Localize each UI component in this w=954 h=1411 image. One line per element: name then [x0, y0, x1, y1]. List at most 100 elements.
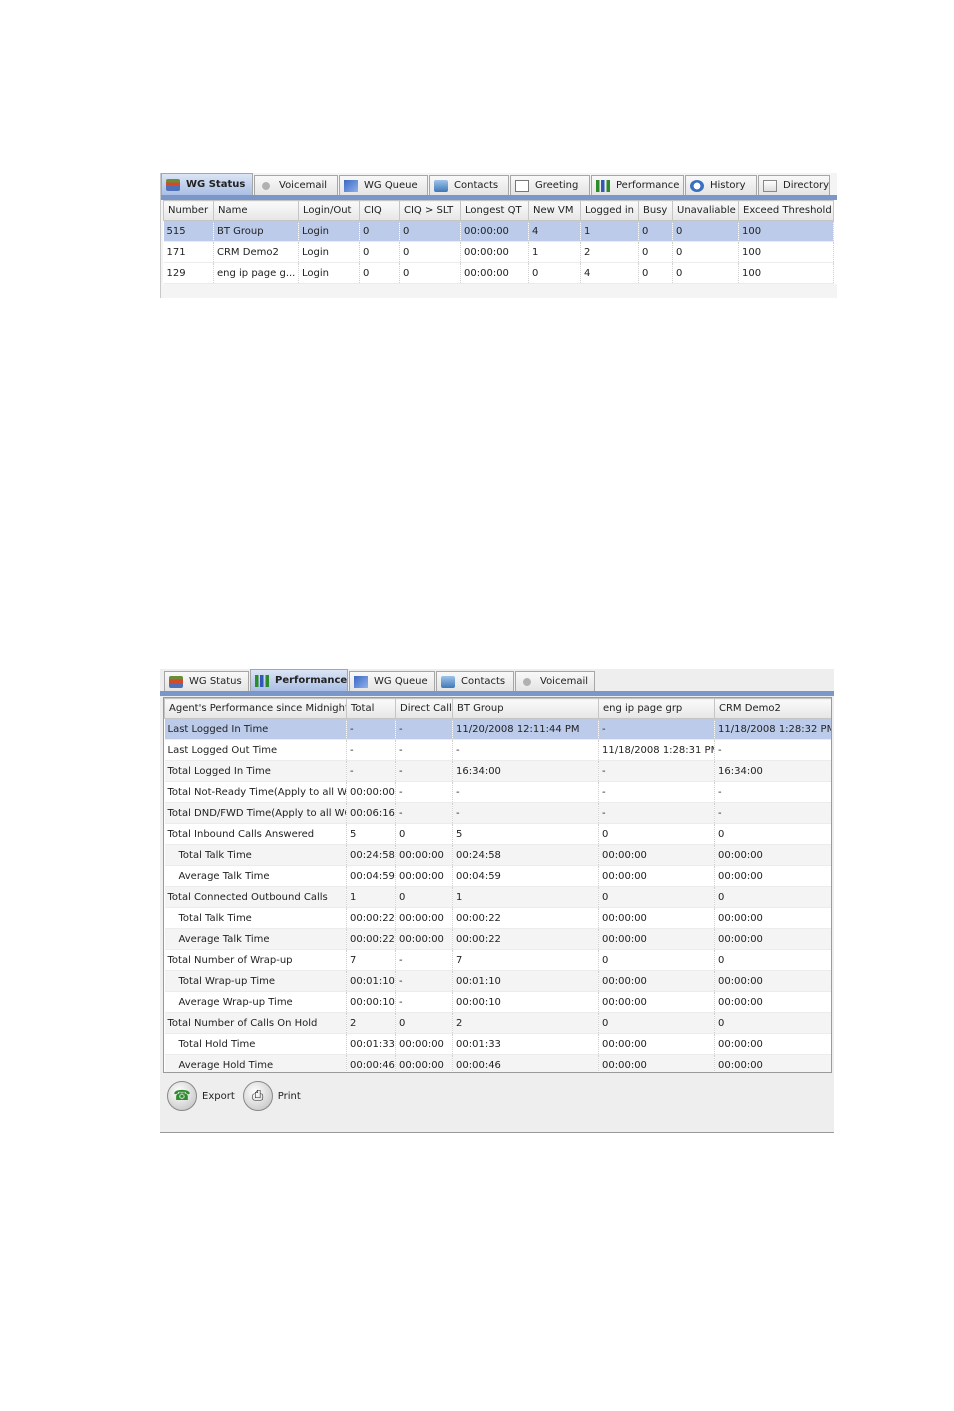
table-row[interactable]: Total Hold Time 00:01:33 00:00:00 00:01:33 0… [164, 1033, 831, 1055]
table-cell: 11/18/2008 1:28:31 PM [598, 739, 715, 761]
table-row[interactable]: Total Not-Ready Time(Apply to all WG) 00:… [164, 781, 831, 803]
table-row[interactable]: Average Talk Time 00:04:59 00:00:00 00:04:5… [164, 865, 831, 887]
table-cell: 00:00:00 [598, 907, 715, 929]
table-cell: CRM Demo2 [213, 241, 299, 263]
performance-panel: WG Status Performance WG Queue Contacts Voic… [160, 669, 834, 1133]
directory-icon [763, 179, 777, 192]
table-row[interactable]: Total Connected Outbound Calls 1 0 1 0 0 [164, 886, 831, 908]
tab-contacts[interactable]: Contacts [429, 175, 509, 195]
tab-label: Greeting [535, 180, 579, 191]
table-row[interactable]: Last Logged Out Time - - -11/18/2008 1:28:3… [164, 739, 831, 761]
wg-status-icon [166, 178, 180, 191]
table-cell: 00:00:00 [598, 1054, 715, 1072]
tab-contacts[interactable]: Contacts [436, 671, 514, 691]
column-header-name[interactable]: Name [213, 200, 299, 221]
metric-label: Total Talk Time [164, 844, 347, 866]
table-row[interactable]: Average Hold Time 00:00:46 00:00:00 00:00:4… [164, 1054, 831, 1072]
table-cell: 0 [638, 241, 673, 263]
table-row[interactable]: Total Inbound Calls Answered 5 0 5 0 0 [164, 823, 831, 845]
table-cell: 0 [359, 220, 400, 242]
metric-label: Total Hold Time [164, 1033, 347, 1055]
table-row[interactable]: 515 BT Group Login 0 0 00:00:00 4 1 0 0 100 [163, 220, 834, 242]
tab-wg-status[interactable]: WG Status [164, 671, 249, 691]
column-header-bt-group[interactable]: BT Group [452, 698, 599, 719]
performance-icon [255, 674, 269, 687]
tab-voicemail[interactable]: Voicemail [254, 175, 338, 195]
table-cell: 0 [598, 823, 715, 845]
tab-wg-status[interactable]: WG Status [161, 173, 253, 195]
table-row[interactable]: Total Number of Calls On Hold 2 0 2 0 0 [164, 1012, 831, 1034]
table-row[interactable]: Total Talk Time 00:24:58 00:00:00 00:24:58 0… [164, 844, 831, 866]
tab-wg-queue[interactable]: WG Queue [339, 175, 428, 195]
table-cell: 16:34:00 [714, 760, 831, 782]
table-row[interactable]: Average Wrap-up Time 00:00:10-00:00:10 00:… [164, 991, 831, 1013]
column-header-exceed-threshold[interactable]: Exceed Threshold [738, 200, 834, 221]
table-row[interactable]: Total Talk Time 00:00:22 00:00:00 00:00:22 0… [164, 907, 831, 929]
export-icon: ☎ [167, 1081, 197, 1111]
print-button[interactable]: ⎙ Print [242, 1081, 301, 1111]
table-cell: 2 [580, 241, 639, 263]
tab-performance[interactable]: Performance [250, 669, 348, 691]
metric-label: Total Wrap-up Time [164, 970, 347, 992]
column-header-longest-qt[interactable]: Longest QT [460, 200, 529, 221]
table-row[interactable]: 171 CRM Demo2 Login 0 0 00:00:00 1 2 0 0 100 [163, 241, 834, 263]
table-cell: 1 [528, 241, 581, 263]
table-cell: 00:00:46 [452, 1054, 599, 1072]
bottom-tab-bar: WG Status Performance WG Queue Contacts Voic… [164, 669, 596, 691]
table-cell: 00:00:00 [395, 844, 453, 866]
column-header-direct-call[interactable]: Direct Call [395, 698, 453, 719]
table-cell: 00:00:00 [598, 1033, 715, 1055]
wg-queue-icon [354, 675, 368, 688]
table-cell: 171 [163, 241, 214, 263]
column-header-total[interactable]: Total [346, 698, 396, 719]
table-cell: 00:00:22 [346, 907, 396, 929]
tab-performance[interactable]: Performance [591, 175, 684, 195]
metric-label: Last Logged Out Time [164, 739, 347, 761]
tab-label: Performance [616, 180, 680, 191]
tab-label: WG Queue [364, 180, 418, 191]
column-header-eng-ip-page-grp[interactable]: eng ip page grp [598, 698, 715, 719]
table-cell: 00:00:00 [714, 991, 831, 1013]
column-header-unavaliable[interactable]: Unavaliable [672, 200, 739, 221]
table-row[interactable]: Last Logged In Time - -11/20/2008 12:11:44… [164, 718, 831, 740]
tab-label: History [710, 180, 746, 191]
table-cell: 00:04:59 [346, 865, 396, 887]
column-header-login-out[interactable]: Login/Out [298, 200, 360, 221]
table-cell: 00:00:00 [598, 970, 715, 992]
column-header-agent-s-performance-since-midnight[interactable]: Agent's Performance since Midnight [164, 698, 347, 719]
table-cell: 7 [452, 949, 599, 971]
tab-voicemail[interactable]: Voicemail [515, 671, 595, 691]
tab-history[interactable]: History [685, 175, 757, 195]
table-cell: 16:34:00 [452, 760, 599, 782]
table-cell: 0 [399, 262, 461, 284]
tab-label: Voicemail [540, 676, 589, 687]
table-cell: 00:00:00 [460, 220, 529, 242]
table-row[interactable]: Total DND/FWD Time(Apply to all WG) 00:06… [164, 802, 831, 824]
column-header-number[interactable]: Number [163, 200, 214, 221]
table-cell: 00:00:00 [598, 844, 715, 866]
table-row[interactable]: Total Logged In Time - -16:34:00-16:34:00 [164, 760, 831, 782]
table-cell: 00:00:00 [598, 928, 715, 950]
table-row[interactable]: 129 eng ip page g... Login 0 0 00:00:00 0 4 0 0 10… [163, 262, 834, 284]
column-header-ciq-slt[interactable]: CIQ > SLT [399, 200, 461, 221]
table-cell: - [714, 802, 831, 824]
table-cell: 00:00:00 [460, 241, 529, 263]
export-button[interactable]: ☎ Export [167, 1081, 235, 1111]
column-header-ciq[interactable]: CIQ [359, 200, 400, 221]
table-cell: 00:00:00 [714, 1054, 831, 1072]
column-header-logged-in[interactable]: Logged in [580, 200, 639, 221]
table-row[interactable]: Total Wrap-up Time 00:01:10-00:01:10 00:00… [164, 970, 831, 992]
column-header-crm-demo2[interactable]: CRM Demo2 [714, 698, 831, 719]
table-cell: 00:06:16 [346, 802, 396, 824]
tab-greeting[interactable]: Greeting [510, 175, 590, 195]
tab-wg-queue[interactable]: WG Queue [349, 671, 435, 691]
metric-label: Total Number of Wrap-up [164, 949, 347, 971]
table-cell: eng ip page g... [213, 262, 299, 284]
column-header-busy[interactable]: Busy [638, 200, 673, 221]
column-header-new-vm[interactable]: New VM [528, 200, 581, 221]
table-cell: 0 [598, 1012, 715, 1034]
table-row[interactable]: Total Number of Wrap-up 7-7 0 0 [164, 949, 831, 971]
table-cell: 00:01:33 [346, 1033, 396, 1055]
table-row[interactable]: Average Talk Time 00:00:22 00:00:00 00:00:2… [164, 928, 831, 950]
tab-directory[interactable]: Directory [758, 175, 830, 195]
